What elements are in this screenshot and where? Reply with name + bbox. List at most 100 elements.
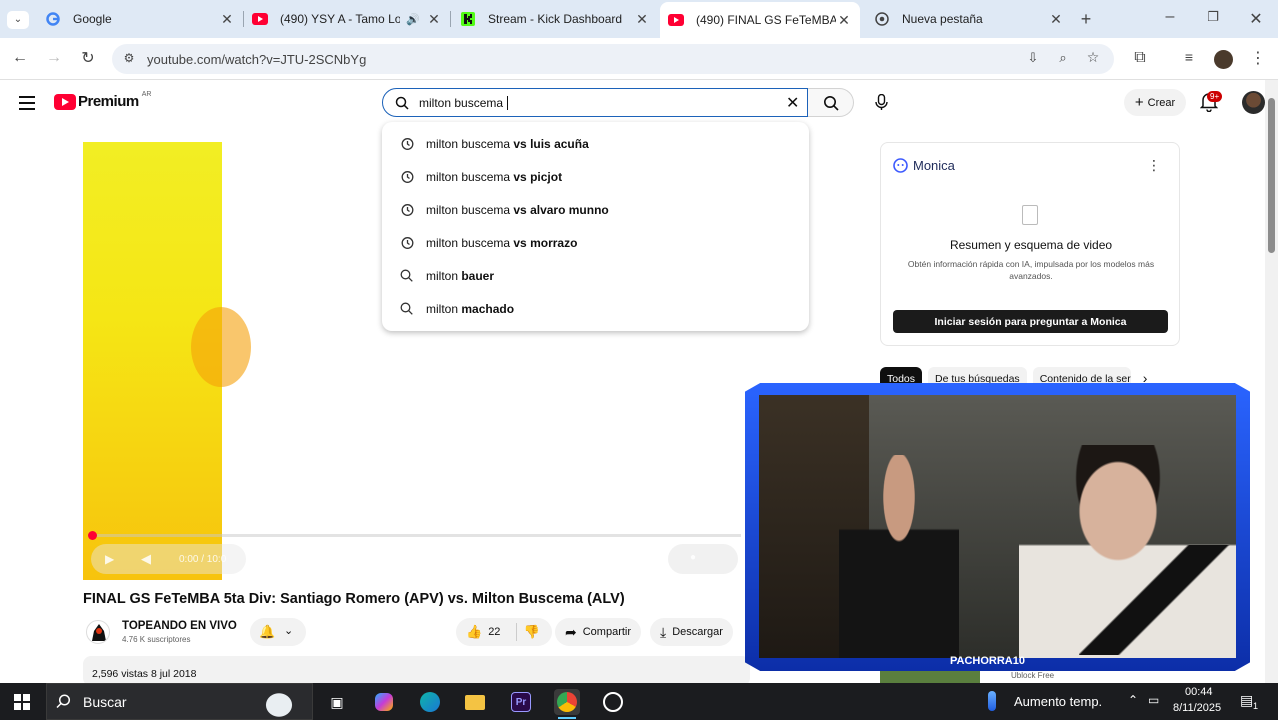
play-icon[interactable]: ▶ bbox=[105, 552, 114, 566]
zoom-icon[interactable]: ⌕ bbox=[1052, 50, 1074, 66]
search-icon bbox=[395, 96, 409, 110]
scrollbar-thumb[interactable] bbox=[1268, 98, 1275, 253]
google-icon bbox=[45, 11, 61, 27]
speaker-icon[interactable]: 🔊 bbox=[406, 13, 420, 26]
monica-login-button[interactable]: Iniciar sesión para preguntar a Monica bbox=[893, 310, 1168, 333]
taskbar-time[interactable]: 00:44 bbox=[1185, 686, 1213, 698]
close-tab-icon[interactable]: ✕ bbox=[426, 11, 442, 28]
tray-chevron-icon[interactable]: ⌃ bbox=[1128, 693, 1138, 707]
autoplay-toggle-icon[interactable]: ● bbox=[690, 552, 696, 563]
tab-kick-dashboard[interactable]: Stream - Kick Dashboard ✕ bbox=[460, 4, 650, 34]
search-button[interactable] bbox=[808, 88, 854, 117]
video-frame bbox=[83, 142, 251, 580]
close-tab-icon[interactable]: ✕ bbox=[1048, 11, 1064, 28]
kick-icon bbox=[460, 11, 476, 27]
document-icon bbox=[1022, 205, 1038, 225]
obs-icon[interactable] bbox=[600, 689, 626, 715]
browser-toolbar: ← → ↻ ⚙ youtube.com/watch?v=JTU-2SCNbYg … bbox=[0, 38, 1278, 80]
suggestion-item[interactable]: milton buscema vs luis acuña bbox=[382, 127, 809, 160]
hamburger-menu-icon[interactable] bbox=[19, 96, 35, 114]
site-info-icon[interactable]: ⚙ bbox=[118, 51, 140, 65]
history-icon bbox=[400, 170, 414, 184]
search-icon bbox=[824, 96, 839, 111]
download-button[interactable]: ⤓ Descargar bbox=[650, 618, 733, 646]
task-view-icon[interactable]: ▣ bbox=[324, 689, 350, 715]
search-input[interactable]: milton buscema ✕ bbox=[382, 88, 808, 117]
copilot-icon[interactable] bbox=[371, 689, 397, 715]
notifications-icon[interactable]: ▤ bbox=[1240, 692, 1253, 709]
video-frame-detail bbox=[191, 307, 251, 387]
like-button[interactable]: 👍 22 👎 bbox=[456, 618, 552, 646]
back-arrow-icon[interactable]: ← bbox=[9, 49, 31, 67]
file-explorer-icon[interactable] bbox=[462, 689, 488, 715]
subscription-bell-button[interactable]: 🔔 ⌄ bbox=[250, 618, 306, 646]
progress-bar[interactable] bbox=[88, 531, 741, 540]
url-text[interactable]: youtube.com/watch?v=JTU-2SCNbYg bbox=[147, 52, 366, 67]
video-title: FINAL GS FeTeMBA 5ta Div: Santiago Romer… bbox=[83, 591, 625, 607]
search-query-text[interactable]: milton buscema bbox=[419, 96, 503, 110]
youtube-premium-logo[interactable]: Premium AR bbox=[54, 91, 151, 110]
install-app-icon[interactable]: ⇩ bbox=[1022, 50, 1044, 66]
text-caret bbox=[507, 96, 508, 110]
extensions-icon[interactable]: ⧉ bbox=[1129, 49, 1151, 67]
close-tab-icon[interactable]: ✕ bbox=[836, 12, 852, 29]
network-icon[interactable]: ▭ bbox=[1148, 693, 1159, 707]
channel-avatar[interactable] bbox=[86, 620, 110, 644]
monica-heading: Resumen y esquema de video bbox=[949, 238, 1113, 252]
tab-search-chevron-icon[interactable]: ⌄ bbox=[7, 11, 29, 29]
suggestion-prefix: milton buscema bbox=[426, 169, 511, 184]
tab-final-gs-fetemba[interactable]: (490) FINAL GS FeTeMBA 5ta ✕ bbox=[660, 2, 860, 38]
windows-taskbar: Buscar ▣ Pr Aumento temp. ⌃ ▭ 00:44 8/11… bbox=[0, 683, 1278, 720]
tab-new-tab[interactable]: Nueva pestaña ✕ bbox=[874, 4, 1064, 34]
close-window-icon[interactable]: ✕ bbox=[1245, 9, 1267, 29]
tab-title: (490) YSY A - Tamo Loco bbox=[280, 12, 401, 26]
minimize-icon[interactable]: – bbox=[1159, 8, 1181, 26]
clear-search-icon[interactable]: ✕ bbox=[786, 93, 799, 113]
reload-icon[interactable]: ↻ bbox=[77, 48, 99, 68]
divider bbox=[516, 623, 518, 641]
bookmark-star-icon[interactable]: ☆ bbox=[1082, 49, 1104, 66]
bell-icon: 🔔 bbox=[259, 624, 276, 639]
thumbs-down-icon[interactable]: 👎 bbox=[523, 624, 539, 640]
page-scrollbar[interactable] bbox=[1265, 80, 1278, 683]
close-tab-icon[interactable]: ✕ bbox=[219, 11, 235, 28]
voice-search-button[interactable] bbox=[867, 88, 896, 117]
create-button[interactable]: + Crear bbox=[1124, 89, 1186, 116]
address-bar[interactable]: ⚙ youtube.com/watch?v=JTU-2SCNbYg ⇩ ⌕ ☆ bbox=[112, 44, 1114, 74]
suggestion-item[interactable]: milton bauer bbox=[382, 259, 809, 292]
chevron-down-icon: ⌄ bbox=[284, 625, 294, 637]
suggestion-prefix: milton bbox=[426, 301, 459, 316]
tab-ysy-a[interactable]: (490) YSY A - Tamo Loco 🔊 ✕ bbox=[252, 4, 442, 34]
share-button[interactable]: ➦ Compartir bbox=[555, 618, 642, 646]
restore-icon[interactable]: ❐ bbox=[1202, 9, 1224, 25]
suggestion-item[interactable]: milton buscema vs picjot bbox=[382, 160, 809, 193]
description-box[interactable]: 2,596 vistas 8 jul 2018 bbox=[83, 656, 750, 686]
suggestion-item[interactable]: milton buscema vs morrazo bbox=[382, 226, 809, 259]
share-arrow-icon: ➦ bbox=[565, 623, 577, 640]
close-tab-icon[interactable]: ✕ bbox=[634, 11, 650, 28]
chrome-taskbar-icon[interactable] bbox=[554, 689, 580, 715]
windows-start-icon[interactable] bbox=[14, 694, 30, 710]
new-tab-plus-icon[interactable]: + bbox=[1075, 9, 1097, 30]
player-settings-pill[interactable]: ● bbox=[668, 544, 738, 574]
channel-name[interactable]: TOPEANDO EN VIVO bbox=[122, 620, 237, 632]
taskbar-search[interactable]: Buscar bbox=[46, 683, 313, 720]
tab-google[interactable]: Google ✕ bbox=[45, 4, 235, 34]
progress-scrubber[interactable] bbox=[88, 531, 97, 540]
streamer-left bbox=[839, 455, 959, 658]
edge-icon[interactable] bbox=[417, 689, 443, 715]
weather-label[interactable]: Aumento temp. bbox=[1014, 694, 1102, 709]
media-controls-icon[interactable]: ≡ bbox=[1178, 49, 1200, 65]
monica-title: Monica bbox=[913, 158, 955, 173]
more-options-icon[interactable]: ⋮ bbox=[1147, 157, 1161, 174]
volume-icon[interactable]: ◀ bbox=[141, 551, 151, 567]
recommendation-thumbnail[interactable] bbox=[880, 670, 980, 684]
premiere-pro-icon[interactable]: Pr bbox=[508, 689, 534, 715]
suggestion-item[interactable]: milton buscema vs alvaro munno bbox=[382, 193, 809, 226]
account-avatar[interactable] bbox=[1242, 91, 1265, 114]
forward-arrow-icon[interactable]: → bbox=[43, 49, 65, 67]
taskbar-date[interactable]: 8/11/2025 bbox=[1173, 702, 1221, 714]
chrome-menu-icon[interactable]: ⋮ bbox=[1247, 48, 1269, 68]
suggestion-item[interactable]: milton machado bbox=[382, 292, 809, 325]
profile-avatar[interactable] bbox=[1214, 50, 1233, 69]
